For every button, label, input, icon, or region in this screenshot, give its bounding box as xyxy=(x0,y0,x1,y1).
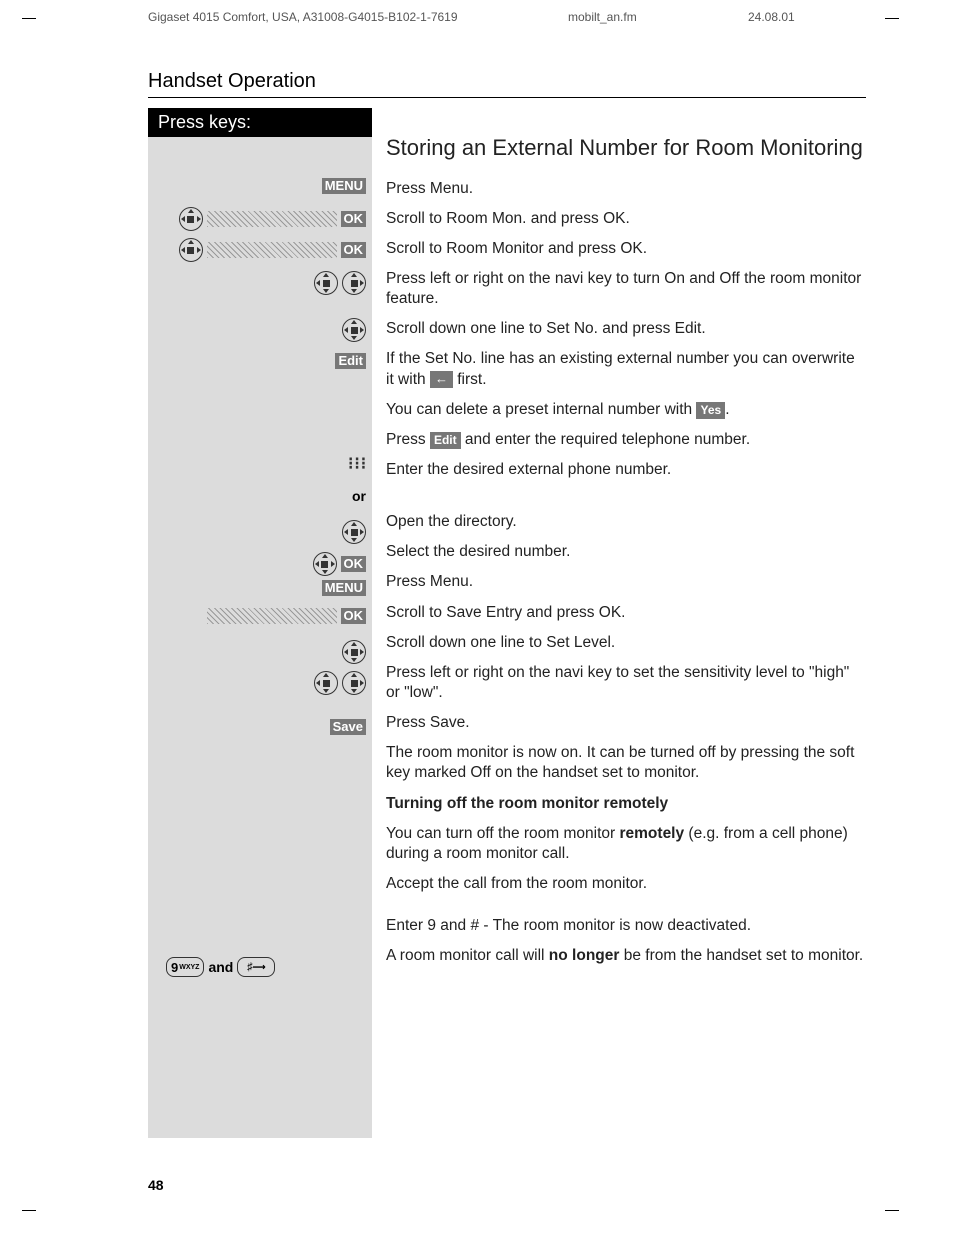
navi-key-left-icon xyxy=(314,671,338,695)
menu-key: MENU xyxy=(322,178,366,194)
key-row: OK xyxy=(179,207,367,231)
keypad-icon xyxy=(348,458,366,476)
display-placeholder xyxy=(207,608,337,624)
step-text: Press Menu. xyxy=(386,179,866,199)
ok-key: OK xyxy=(341,608,367,624)
doc-date: 24.08.01 xyxy=(748,10,795,24)
ok-key: OK xyxy=(341,211,367,227)
back-key-icon: ← xyxy=(430,371,453,388)
key-row xyxy=(342,318,366,342)
navi-key-right-icon xyxy=(342,671,366,695)
navi-key-icon xyxy=(179,207,203,231)
navi-key-icon xyxy=(179,238,203,262)
edit-key-inline: Edit xyxy=(430,432,461,450)
key-row: Edit xyxy=(335,353,366,369)
crop-mark xyxy=(885,1210,899,1211)
step-text: Scroll to Save Entry and press OK. xyxy=(386,603,866,623)
content-area: Press keys: MENU OK OK xyxy=(148,108,866,1138)
navi-key-left-icon xyxy=(314,271,338,295)
crop-mark xyxy=(22,18,36,19)
step-text: Press left or right on the navi key to s… xyxy=(386,663,866,703)
menu-key: MENU xyxy=(322,580,366,596)
edit-key: Edit xyxy=(335,353,366,369)
save-key: Save xyxy=(330,719,366,735)
yes-key: Yes xyxy=(696,402,725,420)
key-row xyxy=(342,640,366,664)
step-text: Accept the call from the room monitor. xyxy=(386,874,866,894)
step-text: Press Menu. xyxy=(386,572,866,592)
navi-key-icon xyxy=(342,640,366,664)
nine-key: 9WXYZ xyxy=(166,957,204,977)
key-row xyxy=(348,458,366,476)
navi-key-icon xyxy=(313,552,337,576)
navi-key-icon xyxy=(342,520,366,544)
navi-key-icon xyxy=(342,318,366,342)
key-row: MENU xyxy=(322,178,366,194)
step-text: Enter the desired external phone number. xyxy=(386,460,866,480)
step-text: The room monitor is now on. It can be tu… xyxy=(386,743,866,783)
key-row: Save xyxy=(330,719,366,735)
doc-id: Gigaset 4015 Comfort, USA, A31008-G4015-… xyxy=(148,10,458,24)
step-text: Press Edit and enter the required teleph… xyxy=(386,430,866,450)
and-label: and xyxy=(208,959,233,975)
step-text: Scroll down one line to Set Level. xyxy=(386,633,866,653)
step-text: Scroll to Room Monitor and press OK. xyxy=(386,239,866,259)
press-keys-column: Press keys: MENU OK OK xyxy=(148,108,372,1138)
step-text: Scroll to Room Mon. and press OK. xyxy=(386,209,866,229)
key-row xyxy=(314,671,366,695)
procedure-heading: Storing an External Number for Room Moni… xyxy=(386,134,866,163)
step-text: If the Set No. line has an existing exte… xyxy=(386,349,866,389)
ok-key: OK xyxy=(341,242,367,258)
press-keys-header: Press keys: xyxy=(148,108,372,137)
crop-mark xyxy=(22,1210,36,1211)
key-row: OK xyxy=(207,608,367,624)
key-row: or xyxy=(352,488,366,504)
hash-key: ♯⟶ xyxy=(237,957,275,977)
file-name: mobilt_an.fm xyxy=(568,10,637,24)
step-text: Open the directory. xyxy=(386,512,866,532)
crop-mark xyxy=(885,18,899,19)
step-text: Press Save. xyxy=(386,713,866,733)
step-text: Enter 9 and # - The room monitor is now … xyxy=(386,916,866,936)
display-placeholder xyxy=(207,242,337,258)
step-text: Scroll down one line to Set No. and pres… xyxy=(386,319,866,339)
step-text: Select the desired number. xyxy=(386,542,866,562)
key-row: MENU xyxy=(322,580,366,596)
key-row: 9WXYZ and ♯⟶ xyxy=(166,957,275,977)
navi-key-right-icon xyxy=(342,271,366,295)
key-row: OK xyxy=(179,238,367,262)
page-number: 48 xyxy=(148,1177,164,1193)
header-meta: Gigaset 4015 Comfort, USA, A31008-G4015-… xyxy=(148,10,864,24)
section-title: Handset Operation xyxy=(148,70,866,98)
step-text: A room monitor call will no longer be fr… xyxy=(386,946,866,966)
key-row xyxy=(314,271,366,295)
or-label: or xyxy=(352,488,366,504)
display-placeholder xyxy=(207,211,337,227)
subheading: Turning off the room monitor remotely xyxy=(386,794,866,814)
step-text: Press left or right on the navi key to t… xyxy=(386,269,866,309)
ok-key: OK xyxy=(341,556,367,572)
instructions-column: Storing an External Number for Room Moni… xyxy=(372,108,866,1138)
key-row: OK xyxy=(313,552,367,576)
manual-page: Gigaset 4015 Comfort, USA, A31008-G4015-… xyxy=(0,0,954,1235)
key-row xyxy=(342,520,366,544)
step-text: You can turn off the room monitor remote… xyxy=(386,824,866,864)
step-text: You can delete a preset internal number … xyxy=(386,400,866,420)
